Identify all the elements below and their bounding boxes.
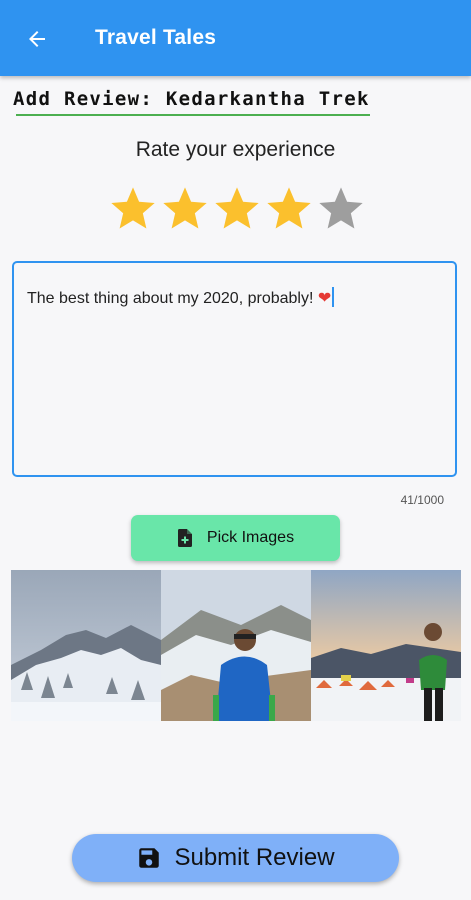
star-rating[interactable] (107, 183, 367, 235)
star-icon[interactable] (107, 183, 159, 235)
star-icon[interactable] (159, 183, 211, 235)
review-text-content: The best thing about my 2020, probably! (27, 290, 318, 307)
heart-emoji-icon: ❤ (317, 290, 332, 307)
arrow-left-icon (29, 31, 45, 47)
star-icon[interactable] (263, 183, 315, 235)
star-icon[interactable] (211, 183, 263, 235)
submit-review-button[interactable]: Submit Review (72, 834, 399, 882)
snowy-forest-mountain-photo[interactable] (11, 570, 161, 721)
pick-images-label: Pick Images (206, 529, 295, 546)
page-title: Add Review: Kedarkantha Trek (13, 88, 370, 110)
submit-review-label: Submit Review (174, 844, 335, 871)
app-bar: Travel Tales (0, 0, 471, 76)
add-photo-icon (177, 529, 192, 547)
title-underline (16, 114, 370, 116)
trekker-blue-poncho-photo[interactable] (161, 570, 311, 721)
review-text: The best thing about my 2020, probably! … (27, 287, 443, 308)
trekker-green-jacket-camp-photo[interactable] (311, 570, 461, 721)
star-icon[interactable] (315, 183, 367, 235)
back-button[interactable] (22, 24, 52, 54)
character-counter: 41/1000 (400, 493, 444, 507)
pick-images-button[interactable]: Pick Images (131, 515, 340, 561)
app-title: Travel Tales (95, 26, 217, 49)
review-textarea[interactable]: The best thing about my 2020, probably! … (12, 261, 457, 477)
image-gallery (11, 570, 461, 721)
rating-label: Rate your experience (135, 138, 336, 161)
text-cursor (332, 287, 335, 307)
save-icon (139, 848, 160, 868)
